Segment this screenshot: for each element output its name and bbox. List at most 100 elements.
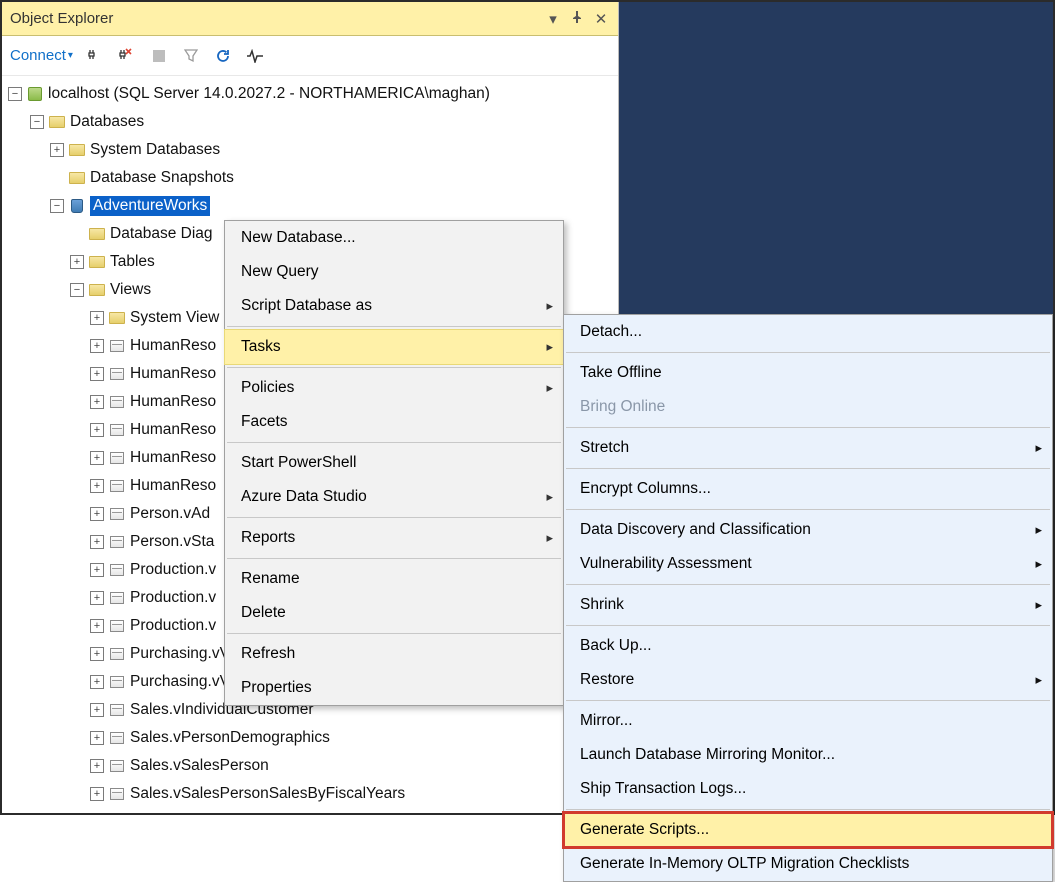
task-take-offline[interactable]: Take Offline [564, 356, 1052, 390]
expand-icon[interactable]: + [90, 479, 104, 493]
task-detach[interactable]: Detach... [564, 315, 1052, 349]
collapse-icon[interactable]: − [8, 87, 22, 101]
sysdb-label: System Databases [90, 141, 220, 159]
view-label: HumanReso [130, 393, 216, 411]
tables-label: Tables [110, 253, 155, 271]
ctx-rename[interactable]: Rename [225, 562, 563, 596]
view-label: Person.vAd [130, 505, 210, 523]
tree-databases[interactable]: −Databases [2, 108, 618, 136]
tree-view-item[interactable]: +Sales.vSalesPerson [2, 752, 618, 780]
view-icon [108, 562, 126, 578]
view-icon [108, 618, 126, 634]
server-icon [26, 86, 44, 102]
ctx-reports[interactable]: Reports [225, 521, 563, 555]
refresh-icon[interactable] [213, 46, 233, 66]
expand-icon[interactable]: + [90, 563, 104, 577]
view-label: HumanReso [130, 365, 216, 383]
task-restore[interactable]: Restore [564, 663, 1052, 697]
expand-icon[interactable]: + [90, 451, 104, 465]
task-vulnerability[interactable]: Vulnerability Assessment [564, 547, 1052, 581]
view-icon [108, 366, 126, 382]
ctx-new-database[interactable]: New Database... [225, 221, 563, 255]
snapshots-label: Database Snapshots [90, 169, 234, 187]
ctx-azure-data-studio[interactable]: Azure Data Studio [225, 480, 563, 514]
view-icon [108, 506, 126, 522]
ctx-script-database[interactable]: Script Database as [225, 289, 563, 323]
connect-button[interactable]: Connect ▾ [10, 47, 73, 64]
view-icon [108, 590, 126, 606]
task-mirror[interactable]: Mirror... [564, 704, 1052, 738]
view-icon [108, 422, 126, 438]
filter-icon[interactable] [181, 46, 201, 66]
view-icon [108, 478, 126, 494]
tree-server[interactable]: − localhost (SQL Server 14.0.2027.2 - NOR… [2, 80, 618, 108]
dropdown-icon[interactable]: ▾ [544, 10, 562, 28]
views-label: Views [110, 281, 151, 299]
expand-icon[interactable]: + [90, 675, 104, 689]
context-menu: New Database... New Query Script Databas… [224, 220, 564, 706]
close-icon[interactable]: ✕ [592, 10, 610, 28]
expand-icon[interactable]: + [90, 787, 104, 801]
ctx-tasks[interactable]: Tasks [225, 330, 563, 364]
expand-icon[interactable]: + [90, 647, 104, 661]
diagrams-label: Database Diag [110, 225, 213, 243]
view-label: HumanReso [130, 449, 216, 467]
task-encrypt-columns[interactable]: Encrypt Columns... [564, 472, 1052, 506]
tree-view-item[interactable]: +Sales.vSalesPersonSalesByFiscalYears [2, 780, 618, 808]
ctx-properties[interactable]: Properties [225, 671, 563, 705]
expand-icon[interactable]: + [90, 507, 104, 521]
expand-icon[interactable]: + [90, 535, 104, 549]
expand-icon[interactable]: + [90, 759, 104, 773]
task-backup[interactable]: Back Up... [564, 629, 1052, 663]
view-label: HumanReso [130, 477, 216, 495]
ctx-policies[interactable]: Policies [225, 371, 563, 405]
expand-icon[interactable]: + [90, 731, 104, 745]
expand-icon[interactable]: + [90, 619, 104, 633]
view-icon [108, 338, 126, 354]
tree-sysdb[interactable]: +System Databases [2, 136, 618, 164]
stop-icon[interactable] [149, 46, 169, 66]
task-ship-logs[interactable]: Ship Transaction Logs... [564, 772, 1052, 806]
expand-icon[interactable]: + [90, 591, 104, 605]
ctx-refresh[interactable]: Refresh [225, 637, 563, 671]
ctx-facets[interactable]: Facets [225, 405, 563, 439]
view-icon [108, 534, 126, 550]
expand-icon[interactable]: + [90, 367, 104, 381]
expand-icon[interactable]: + [90, 395, 104, 409]
task-data-discovery[interactable]: Data Discovery and Classification [564, 513, 1052, 547]
server-label: localhost (SQL Server 14.0.2027.2 - NORT… [48, 85, 490, 103]
view-icon [108, 646, 126, 662]
view-label: Sales.vPersonDemographics [130, 729, 330, 747]
ctx-delete[interactable]: Delete [225, 596, 563, 630]
expand-icon[interactable]: + [90, 703, 104, 717]
expand-icon[interactable]: + [90, 339, 104, 353]
toolbar: Connect ▾ [2, 36, 618, 76]
task-bring-online: Bring Online [564, 390, 1052, 424]
view-label: HumanReso [130, 337, 216, 355]
ctx-new-query[interactable]: New Query [225, 255, 563, 289]
view-label: Production.v [130, 617, 216, 635]
disconnect-icon[interactable] [117, 46, 137, 66]
connect-label: Connect [10, 47, 66, 64]
task-shrink[interactable]: Shrink [564, 588, 1052, 622]
ctx-start-powershell[interactable]: Start PowerShell [225, 446, 563, 480]
database-icon [68, 198, 86, 214]
view-icon [108, 394, 126, 410]
activity-icon[interactable] [245, 46, 265, 66]
expand-icon[interactable]: + [90, 423, 104, 437]
tree-adventureworks[interactable]: −AdventureWorks [2, 192, 618, 220]
tree-view-item[interactable]: + Sales.vPersonDemographics [2, 724, 618, 752]
pin-icon[interactable] [568, 10, 586, 27]
folder-icon [48, 114, 66, 130]
view-icon [108, 758, 126, 774]
connect-icon[interactable] [85, 46, 105, 66]
view-label: Production.v [130, 561, 216, 579]
view-label: Person.vSta [130, 533, 214, 551]
panel-titlebar: Object Explorer ▾ ✕ [2, 2, 618, 36]
task-stretch[interactable]: Stretch [564, 431, 1052, 465]
task-generate-inmemory[interactable]: Generate In-Memory OLTP Migration Checkl… [564, 847, 1052, 881]
task-generate-scripts[interactable]: Generate Scripts... [564, 813, 1052, 847]
task-mirroring-monitor[interactable]: Launch Database Mirroring Monitor... [564, 738, 1052, 772]
view-icon [108, 702, 126, 718]
tree-snapshots[interactable]: Database Snapshots [2, 164, 618, 192]
